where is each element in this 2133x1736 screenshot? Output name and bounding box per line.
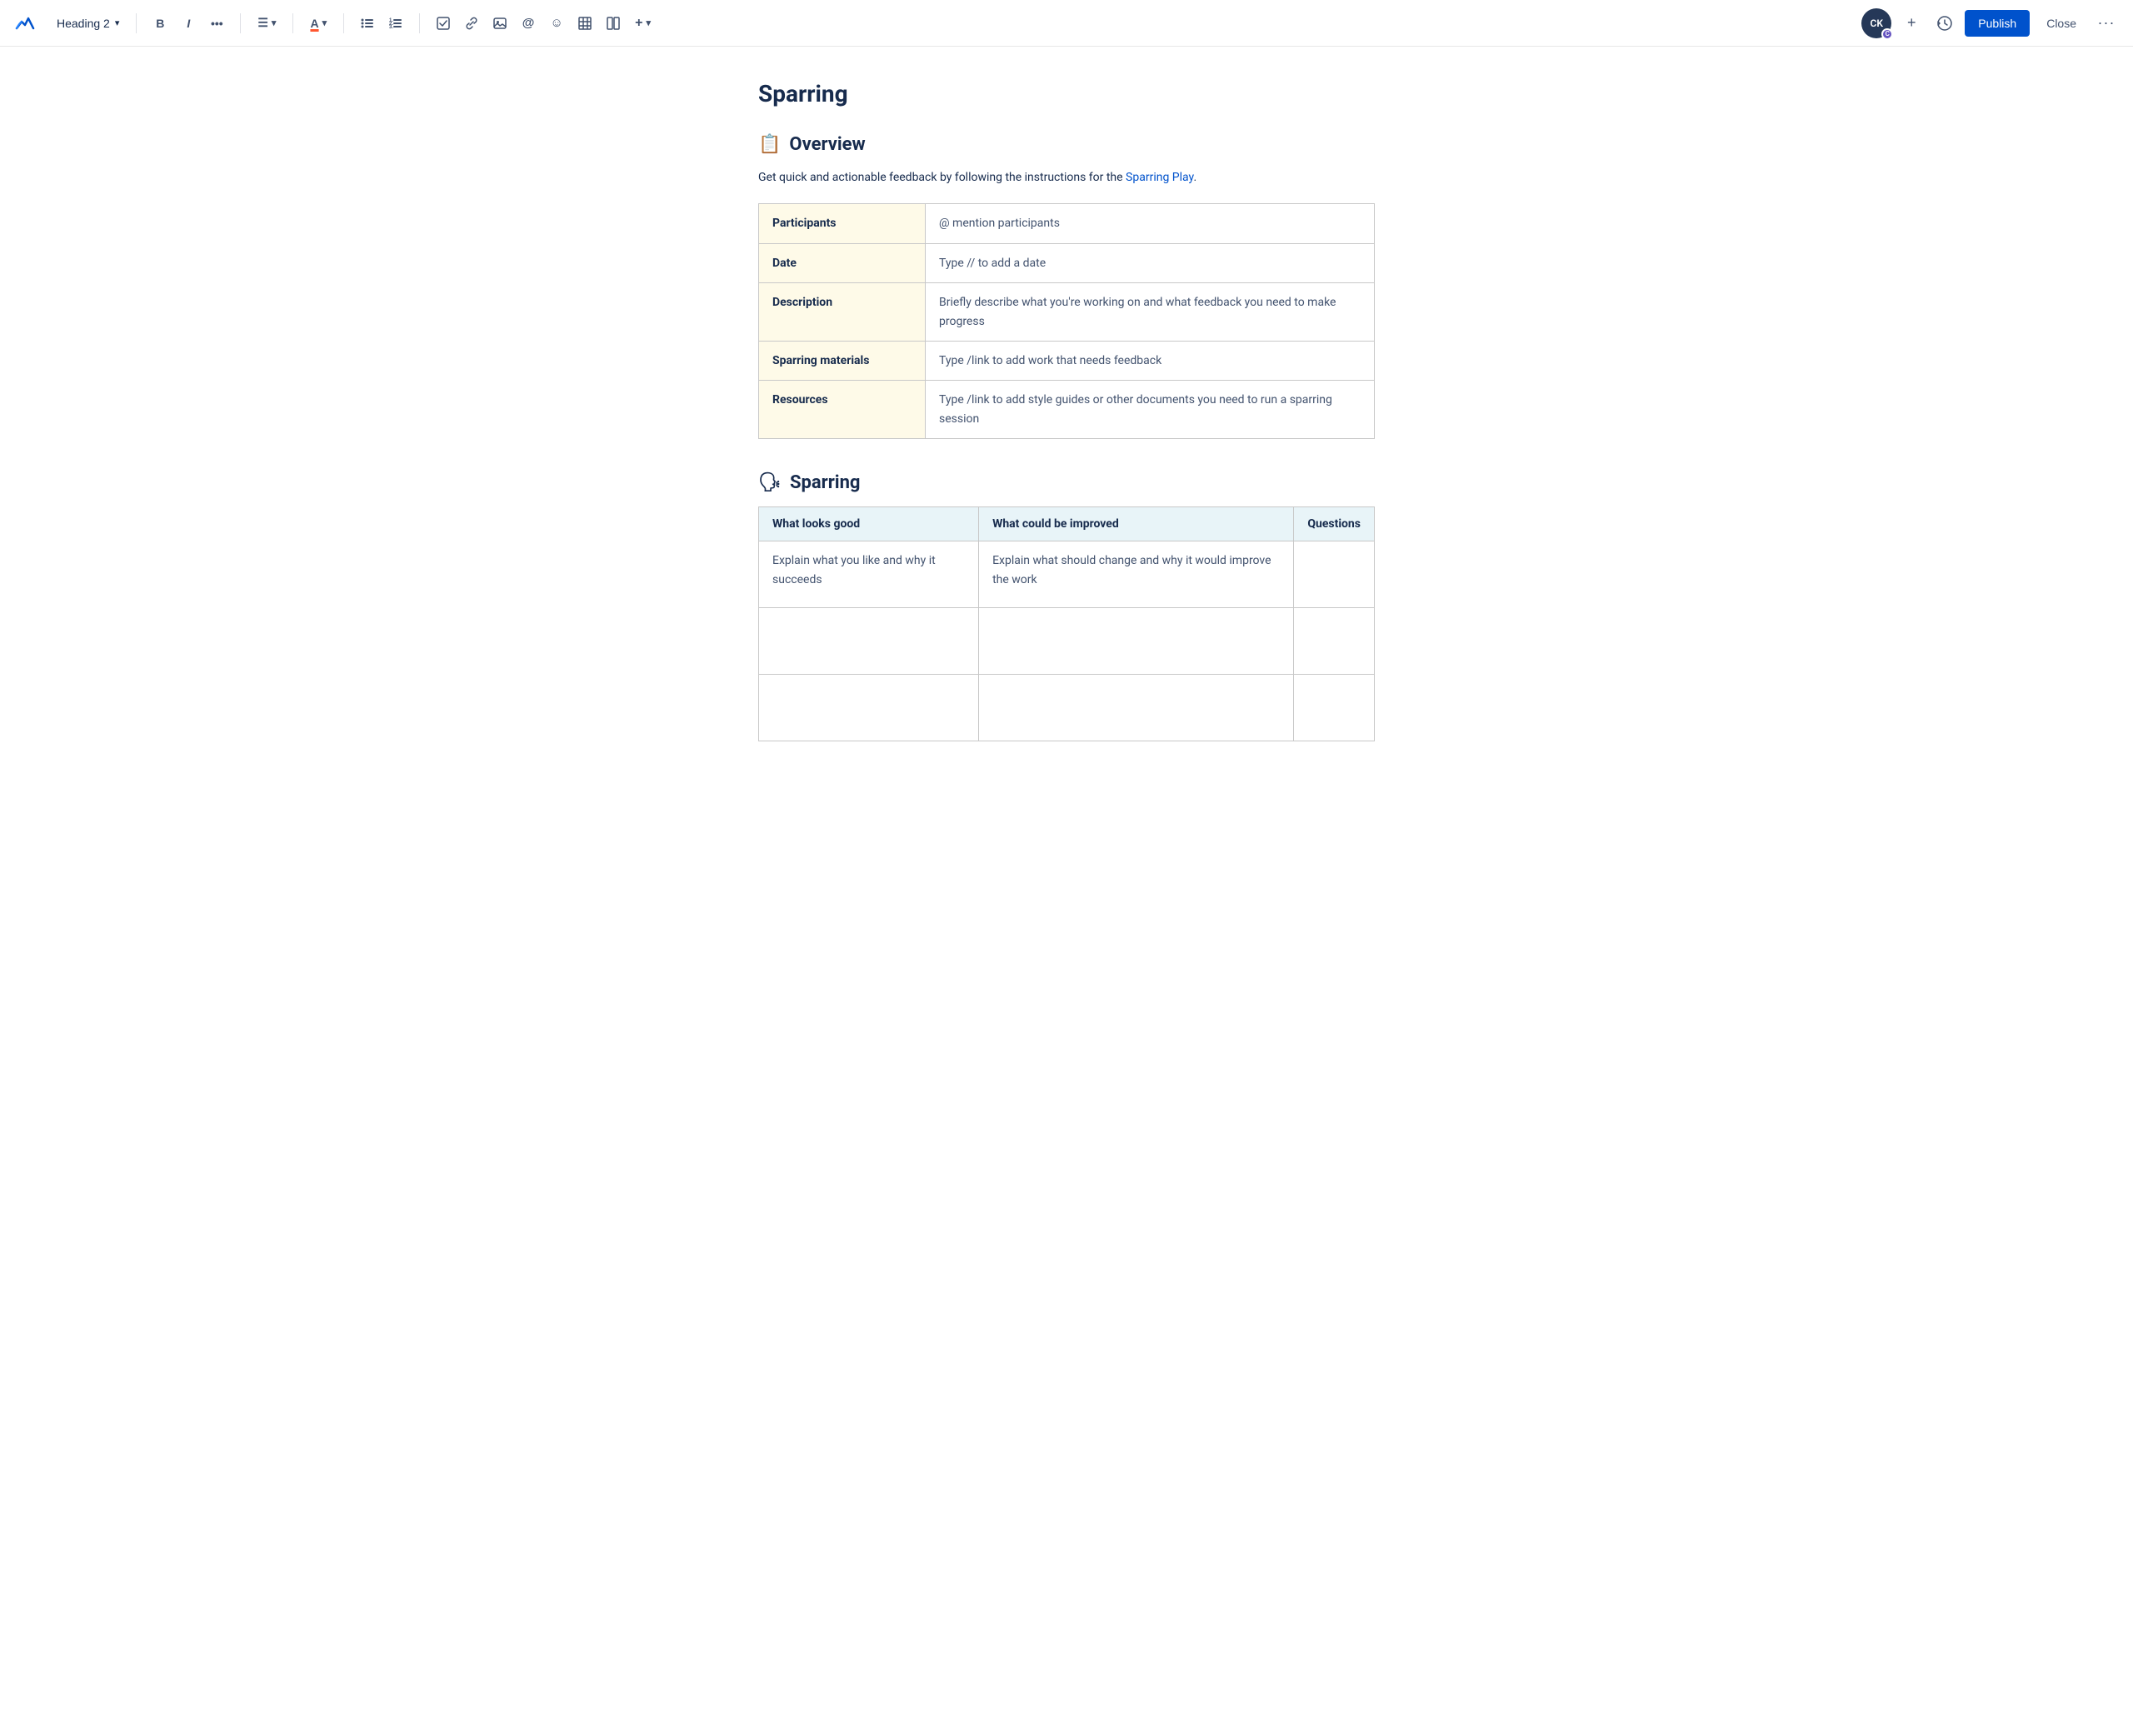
italic-button[interactable]: I <box>175 10 202 37</box>
divider-1 <box>136 13 137 33</box>
table-header-row: What looks good What could be improved Q… <box>759 507 1375 541</box>
row-value[interactable]: Type /link to add work that needs feedba… <box>926 341 1375 380</box>
avatar-badge: C <box>1881 28 1893 40</box>
list-group: 1. 2. 3. <box>354 10 409 37</box>
more-options-button[interactable]: ··· <box>2093 10 2120 37</box>
link-button[interactable] <box>458 10 485 37</box>
table-row: Resources Type /link to add style guides… <box>759 381 1375 439</box>
action-group: @ ☺ + ▾ <box>430 10 657 37</box>
close-button[interactable]: Close <box>2036 10 2086 37</box>
align-icon: ☰ <box>257 16 268 30</box>
more-format-button[interactable]: ••• <box>203 10 230 37</box>
overview-heading-text: Overview <box>789 134 865 155</box>
align-group: ☰ ▾ <box>251 10 282 37</box>
table-row <box>759 608 1375 675</box>
table-row: Description Briefly describe what you're… <box>759 283 1375 342</box>
row-value[interactable]: @ mention participants <box>926 204 1375 243</box>
bold-button[interactable]: B <box>147 10 173 37</box>
table-row: Sparring materials Type /link to add wor… <box>759 341 1375 380</box>
toolbar-right: CK C + Publish Close ··· <box>1861 8 2120 38</box>
mention-button[interactable]: @ <box>515 10 542 37</box>
row-label: Participants <box>759 204 926 243</box>
sparring-icon: 🗣 <box>758 472 782 493</box>
align-button[interactable]: ☰ ▾ <box>251 10 282 37</box>
insert-plus-icon: + <box>635 16 642 31</box>
avatar-initials: CK <box>1871 17 1883 29</box>
sparring-section: 🗣 Sparring What looks good What could be… <box>758 472 1375 741</box>
table-row: Explain what you like and why it succeed… <box>759 541 1375 608</box>
overview-section: 📋 Overview Get quick and actionable feed… <box>758 134 1375 439</box>
text-color-chevron-icon: ▾ <box>322 17 327 28</box>
text-color-group: A ▾ <box>303 10 333 37</box>
cell-questions-3[interactable] <box>1294 675 1375 741</box>
cell-improved-1[interactable]: Explain what should change and why it wo… <box>979 541 1294 608</box>
table-row <box>759 675 1375 741</box>
table-row: Date Type // to add a date <box>759 243 1375 282</box>
divider-2 <box>240 13 241 33</box>
col-header-looks-good: What looks good <box>759 507 979 541</box>
text-color-label: A <box>310 17 318 30</box>
toolbar: Heading 2 ▾ B I ••• ☰ ▾ A ▾ <box>0 0 2133 47</box>
cell-looks-good-3[interactable] <box>759 675 979 741</box>
text-format-group: B I ••• <box>147 10 230 37</box>
row-label: Description <box>759 283 926 342</box>
version-history-button[interactable] <box>1931 10 1958 37</box>
divider-5 <box>419 13 420 33</box>
task-button[interactable] <box>430 10 457 37</box>
overview-icon: 📋 <box>758 134 781 155</box>
row-label: Date <box>759 243 926 282</box>
numbered-list-button[interactable]: 1. 2. 3. <box>382 10 409 37</box>
insert-chevron-icon: ▾ <box>646 17 651 28</box>
divider-4 <box>343 13 344 33</box>
row-value[interactable]: Type // to add a date <box>926 243 1375 282</box>
table-row: Participants @ mention participants <box>759 204 1375 243</box>
overview-heading: 📋 Overview <box>758 134 1375 155</box>
sparring-table: What looks good What could be improved Q… <box>758 506 1375 741</box>
divider-3 <box>292 13 293 33</box>
row-value[interactable]: Type /link to add style guides or other … <box>926 381 1375 439</box>
emoji-button[interactable]: ☺ <box>543 10 570 37</box>
cell-questions-1[interactable] <box>1294 541 1375 608</box>
row-value[interactable]: Briefly describe what you're working on … <box>926 283 1375 342</box>
insert-more-button[interactable]: + ▾ <box>628 10 657 37</box>
page-title[interactable]: Sparring <box>758 80 1375 107</box>
overview-table: Participants @ mention participants Date… <box>758 203 1375 439</box>
app-logo[interactable] <box>13 12 37 35</box>
text-color-button[interactable]: A ▾ <box>303 10 333 37</box>
row-label: Resources <box>759 381 926 439</box>
cell-looks-good-2[interactable] <box>759 608 979 675</box>
sparring-heading-text: Sparring <box>790 472 861 493</box>
heading-style-selector[interactable]: Heading 2 ▾ <box>50 13 126 33</box>
user-avatar[interactable]: CK C <box>1861 8 1891 38</box>
svg-text:3.: 3. <box>389 25 393 30</box>
overview-intro: Get quick and actionable feedback by fol… <box>758 168 1375 187</box>
align-chevron-icon: ▾ <box>272 17 277 28</box>
table-button[interactable] <box>572 10 598 37</box>
cell-looks-good-1[interactable]: Explain what you like and why it succeed… <box>759 541 979 608</box>
heading-chevron-icon: ▾ <box>115 17 120 28</box>
image-button[interactable] <box>487 10 513 37</box>
layout-button[interactable] <box>600 10 627 37</box>
add-collaborator-button[interactable]: + <box>1898 10 1925 37</box>
cell-improved-2[interactable] <box>979 608 1294 675</box>
col-header-improved: What could be improved <box>979 507 1294 541</box>
sparring-play-link[interactable]: Sparring Play <box>1126 171 1193 184</box>
publish-button[interactable]: Publish <box>1965 10 2030 37</box>
content-area: Sparring 📋 Overview Get quick and action… <box>708 47 1425 1736</box>
cell-improved-3[interactable] <box>979 675 1294 741</box>
heading-style-label: Heading 2 <box>57 17 110 30</box>
col-header-questions: Questions <box>1294 507 1375 541</box>
row-label: Sparring materials <box>759 341 926 380</box>
bullet-list-button[interactable] <box>354 10 381 37</box>
cell-questions-2[interactable] <box>1294 608 1375 675</box>
sparring-heading: 🗣 Sparring <box>758 472 1375 493</box>
